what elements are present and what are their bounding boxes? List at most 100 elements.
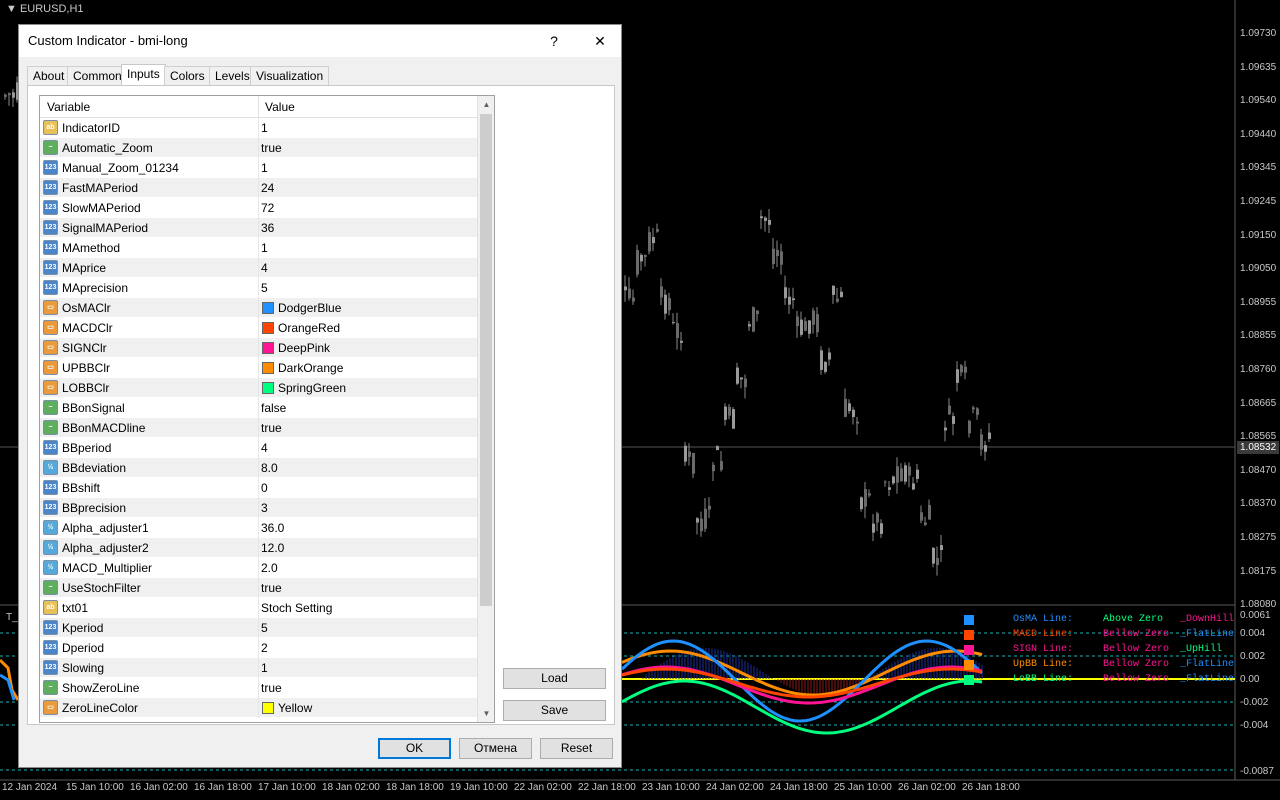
cell-divider	[258, 298, 259, 318]
color-swatch[interactable]	[262, 702, 274, 714]
input-row-dperiod[interactable]: 123 Dperiod 2	[40, 638, 478, 658]
inputs-panel: Variable Value ab IndicatorID 1 ~ Automatic_…	[27, 85, 615, 725]
input-row-signalmaperiod[interactable]: 123 SignalMAPeriod 36	[40, 218, 478, 238]
price-tick-label: 1.09345	[1240, 162, 1277, 174]
input-value-field[interactable]: 5	[261, 621, 268, 635]
input-row-macdclr[interactable]: ▭ MACDClr OrangeRed	[40, 318, 478, 338]
legend-trend-text: _FlatLine	[1180, 629, 1235, 640]
input-value-field[interactable]: 1	[261, 241, 268, 255]
input-row-bbperiod[interactable]: 123 BBperiod 4	[40, 438, 478, 458]
tab-colors[interactable]: Colors	[164, 66, 211, 85]
input-value-field[interactable]: 8.0	[261, 461, 278, 475]
input-value-field[interactable]: 0	[261, 481, 268, 495]
column-header-value[interactable]: Value	[265, 100, 295, 114]
input-value-field[interactable]: false	[261, 401, 286, 415]
input-row-alpha-adjuster2[interactable]: ½ Alpha_adjuster2 12.0	[40, 538, 478, 558]
inputs-grid[interactable]: Variable Value ab IndicatorID 1 ~ Automatic_…	[39, 95, 495, 723]
scrollbar-thumb[interactable]	[480, 114, 492, 606]
input-value-field[interactable]: true	[261, 581, 282, 595]
input-row-txt01[interactable]: ab txt01 Stoch Setting	[40, 598, 478, 618]
legend-name-text: OsMA Line:	[1013, 614, 1074, 625]
column-header-variable[interactable]: Variable	[47, 100, 90, 114]
chart-dropdown-icon[interactable]: ▼	[6, 3, 20, 15]
help-button[interactable]: ?	[539, 29, 569, 53]
input-row-bbprecision[interactable]: 123 BBprecision 3	[40, 498, 478, 518]
input-value-field[interactable]: 2.0	[261, 561, 278, 575]
color-swatch[interactable]	[262, 382, 274, 394]
color-swatch[interactable]	[262, 302, 274, 314]
input-row-macd-multiplier[interactable]: ½ MACD_Multiplier 2.0	[40, 558, 478, 578]
input-value-field[interactable]: DodgerBlue	[278, 301, 341, 315]
input-value-field[interactable]: true	[261, 421, 282, 435]
save-button[interactable]: Save	[503, 700, 606, 721]
input-value-field[interactable]: 1	[261, 661, 268, 675]
candle-body	[636, 250, 639, 275]
input-row-usestochfilter[interactable]: ~ UseStochFilter true	[40, 578, 478, 598]
reset-button[interactable]: Reset	[540, 738, 613, 759]
input-row-bbonmacdline[interactable]: ~ BBonMACDline true	[40, 418, 478, 438]
input-row-showzeroline[interactable]: ~ ShowZeroLine true	[40, 678, 478, 698]
input-value-field[interactable]: Stoch Setting	[261, 601, 332, 615]
load-button[interactable]: Load	[503, 668, 606, 689]
candle-body	[648, 232, 651, 252]
tab-levels[interactable]: Levels	[209, 66, 256, 85]
candle-body	[836, 298, 839, 302]
tab-visualization[interactable]: Visualization	[250, 66, 330, 85]
tab-inputs[interactable]: Inputs	[121, 64, 166, 86]
input-row-bbdeviation[interactable]: ½ BBdeviation 8.0	[40, 458, 478, 478]
input-value-field[interactable]: 36.0	[261, 521, 284, 535]
cancel-button[interactable]: Отмена	[459, 738, 532, 759]
input-row-lobbclr[interactable]: ▭ LOBBClr SpringGreen	[40, 378, 478, 398]
input-row-indicatorid[interactable]: ab IndicatorID 1	[40, 118, 478, 138]
input-value-field[interactable]: 2	[261, 641, 268, 655]
input-value-field[interactable]: 5	[261, 281, 268, 295]
close-button[interactable]: ✕	[585, 29, 615, 53]
input-value-field[interactable]: true	[261, 681, 282, 695]
input-row-upbbclr[interactable]: ▭ UPBBClr DarkOrange	[40, 358, 478, 378]
input-row-alpha-adjuster1[interactable]: ½ Alpha_adjuster1 36.0	[40, 518, 478, 538]
color-swatch[interactable]	[262, 362, 274, 374]
input-row-automatic-zoom[interactable]: ~ Automatic_Zoom true	[40, 138, 478, 158]
input-value-field[interactable]: 4	[261, 441, 268, 455]
input-value-field[interactable]: 72	[261, 201, 274, 215]
input-value-field[interactable]: 3	[261, 501, 268, 515]
candle-body	[924, 522, 927, 525]
input-value-field[interactable]: 12.0	[261, 541, 284, 555]
tab-about[interactable]: About	[27, 66, 71, 85]
input-value-field[interactable]: 4	[261, 261, 268, 275]
input-value-field[interactable]: DarkOrange	[278, 361, 343, 375]
color-swatch[interactable]	[262, 322, 274, 334]
input-value-field[interactable]: 24	[261, 181, 274, 195]
scroll-up-icon[interactable]: ▲	[478, 96, 494, 113]
input-row-osmaclr[interactable]: ▭ OsMAClr DodgerBlue	[40, 298, 478, 318]
input-row-slowing[interactable]: 123 Slowing 1	[40, 658, 478, 678]
scroll-down-icon[interactable]: ▼	[478, 705, 494, 722]
input-value-field[interactable]: true	[261, 141, 282, 155]
input-row-signclr[interactable]: ▭ SIGNClr DeepPink	[40, 338, 478, 358]
tab-common[interactable]: Common	[67, 66, 128, 85]
column-divider[interactable]	[258, 96, 259, 118]
input-row-zerolinecolor[interactable]: ▭ ZeroLineColor Yellow	[40, 698, 478, 718]
input-row-maprice[interactable]: 123 MAprice 4	[40, 258, 478, 278]
input-row-maprecision[interactable]: 123 MAprecision 5	[40, 278, 478, 298]
input-value-field[interactable]: 1	[261, 121, 268, 135]
input-value-field[interactable]: 1	[261, 161, 268, 175]
input-row-slowmaperiod[interactable]: 123 SlowMAPeriod 72	[40, 198, 478, 218]
price-tick-label: 1.08175	[1240, 565, 1277, 577]
input-row-fastmaperiod[interactable]: 123 FastMAPeriod 24	[40, 178, 478, 198]
ok-button[interactable]: OK	[378, 738, 451, 759]
input-value-field[interactable]: OrangeRed	[278, 321, 340, 335]
input-row-bbonsignal[interactable]: ~ BBonSignal false	[40, 398, 478, 418]
input-value-field[interactable]: SpringGreen	[278, 381, 346, 395]
candle-body	[4, 94, 7, 97]
input-value-field[interactable]: Yellow	[278, 701, 312, 715]
input-value-field[interactable]: 36	[261, 221, 274, 235]
grid-scrollbar[interactable]: ▲ ▼	[477, 96, 494, 722]
color-swatch[interactable]	[262, 342, 274, 354]
input-row-mamethod[interactable]: 123 MAmethod 1	[40, 238, 478, 258]
dialog-titlebar[interactable]: Custom Indicator - bmi-long ? ✕	[19, 25, 621, 57]
input-row-manual-zoom-01234[interactable]: 123 Manual_Zoom_01234 1	[40, 158, 478, 178]
input-row-kperiod[interactable]: 123 Kperiod 5	[40, 618, 478, 638]
input-row-bbshift[interactable]: 123 BBshift 0	[40, 478, 478, 498]
input-value-field[interactable]: DeepPink	[278, 341, 330, 355]
